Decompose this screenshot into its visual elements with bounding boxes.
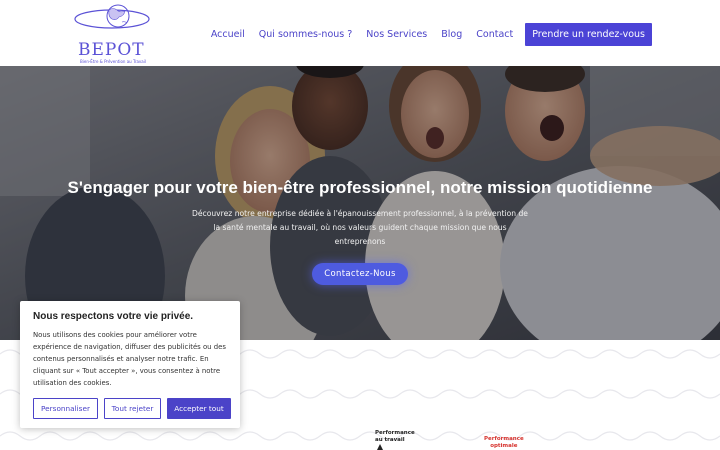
hero-section: S'engager pour votre bien-être professio… <box>0 66 720 340</box>
brand-name[interactable]: BEPOT <box>78 40 145 60</box>
site-header: BEPOT Bien-Être & Prévention au Travail … <box>0 0 720 66</box>
brand-tagline: Bien-Être & Prévention au Travail <box>80 59 146 64</box>
customize-cookies-button[interactable]: Personnaliser <box>33 398 98 419</box>
cookie-text: Nous utilisons des cookies pour améliore… <box>33 331 226 387</box>
contact-us-button[interactable]: Contactez-Nous <box>312 263 408 285</box>
cookie-title: Nous respectons votre vie privée. <box>33 311 194 322</box>
performance-label-2-line2: optimale <box>490 443 518 449</box>
main-nav: Accueil Qui sommes-nous ? Nos Services B… <box>197 23 652 46</box>
performance-label-1: Performance au travail <box>375 430 415 444</box>
hero-subtitle: Découvrez notre entreprise dédiée à l'ép… <box>192 209 528 246</box>
book-appointment-button[interactable]: Prendre un rendez-vous <box>525 23 652 46</box>
cookie-buttons: Personnaliser Tout rejeter Accepter tout <box>33 398 237 419</box>
reject-all-button[interactable]: Tout rejeter <box>104 398 161 419</box>
performance-label-1-line2: au travail <box>375 437 405 443</box>
accept-all-button[interactable]: Accepter tout <box>167 398 231 419</box>
nav-item-contact[interactable]: Contact <box>476 29 513 40</box>
nav-item-qui-sommes-nous[interactable]: Qui sommes-nous ? <box>259 29 353 40</box>
globe-logo-icon <box>74 4 150 29</box>
nav-item-nos-services[interactable]: Nos Services <box>366 29 427 40</box>
hero-overlay <box>0 66 720 340</box>
nav-item-accueil[interactable]: Accueil <box>211 29 245 40</box>
performance-label-2-line1: Performance <box>484 436 524 442</box>
hero-title: S'engager pour votre bien-être professio… <box>67 178 653 197</box>
performance-label-2: Performance optimale <box>484 436 524 450</box>
performance-label-1-line1: Performance <box>375 430 415 436</box>
cookie-consent-banner: Nous respectons votre vie privée. Nous u… <box>20 301 240 428</box>
nav-item-blog[interactable]: Blog <box>441 29 462 40</box>
